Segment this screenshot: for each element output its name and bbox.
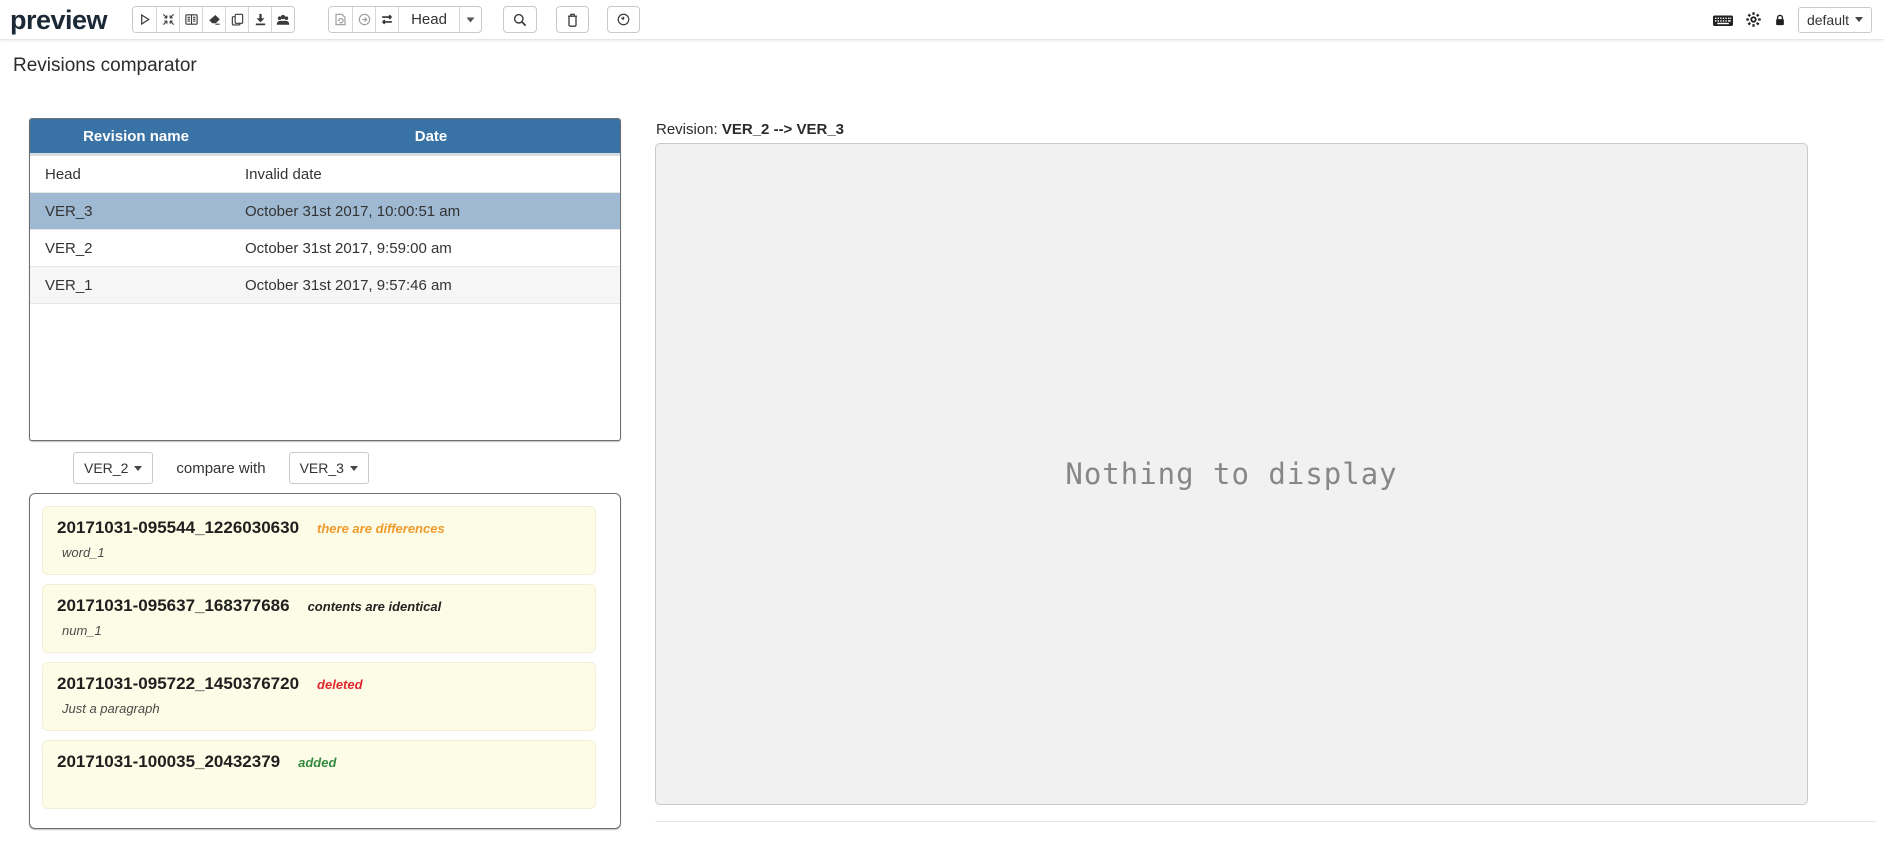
diff-item-status: there are differences <box>317 521 445 536</box>
file-refresh-button[interactable] <box>329 7 353 32</box>
lock-button[interactable] <box>1773 12 1787 28</box>
revision-select-value: Head <box>411 11 447 28</box>
bottom-divider <box>655 821 1876 822</box>
compare-right-select[interactable]: VER_3 <box>288 452 369 484</box>
toolbar-group-revision: Head <box>328 6 482 33</box>
table-row[interactable]: VER_1 October 31st 2017, 9:57:46 am <box>30 267 620 304</box>
play-icon <box>141 13 150 26</box>
lock-icon <box>1776 14 1784 25</box>
compress-icon <box>162 13 174 26</box>
arrow-circle-right-icon <box>358 13 370 26</box>
compare-with-label: compare with <box>176 459 266 477</box>
swap-revisions-button[interactable] <box>375 7 399 32</box>
toolbar-right: default <box>1712 6 1872 33</box>
page-title: Revisions comparator <box>13 55 197 76</box>
swap-arrows-icon <box>382 14 392 25</box>
diff-list-item[interactable]: 20171031-095637_168377686 contents are i… <box>42 584 596 653</box>
compress-button[interactable] <box>156 7 180 32</box>
revision-date-cell: October 31st 2017, 9:57:46 am <box>245 276 452 294</box>
eraser-button[interactable] <box>202 7 226 32</box>
profile-select-value: default <box>1806 11 1849 28</box>
column-header-revision-name: Revision name <box>83 127 189 145</box>
compare-bar: VER_2 compare with VER_3 <box>73 452 369 484</box>
diff-item-status: deleted <box>317 677 363 692</box>
revision-name-cell: VER_2 <box>45 239 93 257</box>
revision-label: Revision: <box>656 121 718 138</box>
trash-button[interactable] <box>555 6 589 33</box>
compare-left-select[interactable]: VER_2 <box>73 452 154 484</box>
search-button[interactable] <box>502 6 537 33</box>
toolbar: preview Head default <box>0 0 1884 40</box>
column-header-date: Date <box>414 127 448 145</box>
diff-item-title: 20171031-095637_168377686 <box>57 596 290 615</box>
diff-item-subtitle: word_1 <box>62 545 105 560</box>
copy-icon <box>231 13 243 26</box>
file-refresh-icon <box>335 13 346 26</box>
users-button[interactable] <box>271 7 295 32</box>
revisions-table-header: Revision name Date <box>30 119 620 156</box>
caret-down-icon <box>134 465 143 471</box>
diff-item-status: added <box>298 755 337 770</box>
diff-list-item[interactable]: 20171031-100035_20432379 added <box>42 740 596 809</box>
profile-select[interactable]: default <box>1797 6 1872 33</box>
clock-button[interactable] <box>606 6 640 33</box>
download-button[interactable] <box>248 7 272 32</box>
play-button[interactable] <box>133 7 157 32</box>
keyboard-button[interactable] <box>1712 12 1734 28</box>
caret-down-icon <box>1855 17 1863 22</box>
arrow-circle-right-button[interactable] <box>352 7 376 32</box>
diff-list-item[interactable]: 20171031-095544_1226030630 there are dif… <box>42 506 596 575</box>
toolbar-group-actions <box>132 6 296 33</box>
diff-item-subtitle: Just a paragraph <box>62 701 160 716</box>
revision-name-cell: VER_1 <box>45 276 93 294</box>
diff-list: 20171031-095544_1226030630 there are dif… <box>29 493 621 829</box>
empty-state-message: Nothing to display <box>1065 457 1398 491</box>
keyboard-icon <box>1712 15 1733 26</box>
revision-name-cell: VER_3 <box>45 202 93 220</box>
diff-item-title: 20171031-095722_1450376720 <box>57 674 300 693</box>
eraser-icon <box>208 15 220 25</box>
search-icon <box>513 13 527 26</box>
preview-header: Revision: VER_2 --> VER_3 <box>656 121 844 138</box>
settings-button[interactable] <box>1745 11 1762 28</box>
caret-down-icon <box>458 7 481 32</box>
revision-select[interactable]: Head <box>398 7 481 32</box>
diff-item-title: 20171031-095544_1226030630 <box>57 518 300 537</box>
download-icon <box>255 13 265 26</box>
clock-icon <box>617 13 630 26</box>
preview-box: Nothing to display <box>655 143 1808 805</box>
book-open-button[interactable] <box>179 7 203 32</box>
caret-down-icon <box>349 465 358 471</box>
revision-name-cell: Head <box>45 165 81 183</box>
revisions-table: Revision name Date Head Invalid date VER… <box>29 118 621 441</box>
compare-left-value: VER_2 <box>84 460 129 476</box>
table-row[interactable]: Head Invalid date <box>30 156 620 193</box>
book-open-icon <box>184 14 198 25</box>
diff-item-status: contents are identical <box>307 599 442 614</box>
diff-item-title: 20171031-100035_20432379 <box>57 752 281 771</box>
revision-range: VER_2 --> VER_3 <box>721 121 845 138</box>
compare-right-value: VER_3 <box>299 460 344 476</box>
users-icon <box>276 14 290 25</box>
trash-icon <box>567 13 577 27</box>
revision-date-cell: October 31st 2017, 9:59:00 am <box>245 239 452 257</box>
revision-date-cell: October 31st 2017, 10:00:51 am <box>245 202 461 220</box>
gear-icon <box>1746 12 1761 27</box>
diff-list-item[interactable]: 20171031-095722_1450376720 deleted Just … <box>42 662 596 731</box>
revision-date-cell: Invalid date <box>245 165 322 183</box>
table-row-selected[interactable]: VER_3 October 31st 2017, 10:00:51 am <box>30 193 620 230</box>
copy-button[interactable] <box>225 7 249 32</box>
app-logo: preview <box>10 4 108 35</box>
table-row[interactable]: VER_2 October 31st 2017, 9:59:00 am <box>30 230 620 267</box>
diff-item-subtitle: num_1 <box>62 623 102 638</box>
